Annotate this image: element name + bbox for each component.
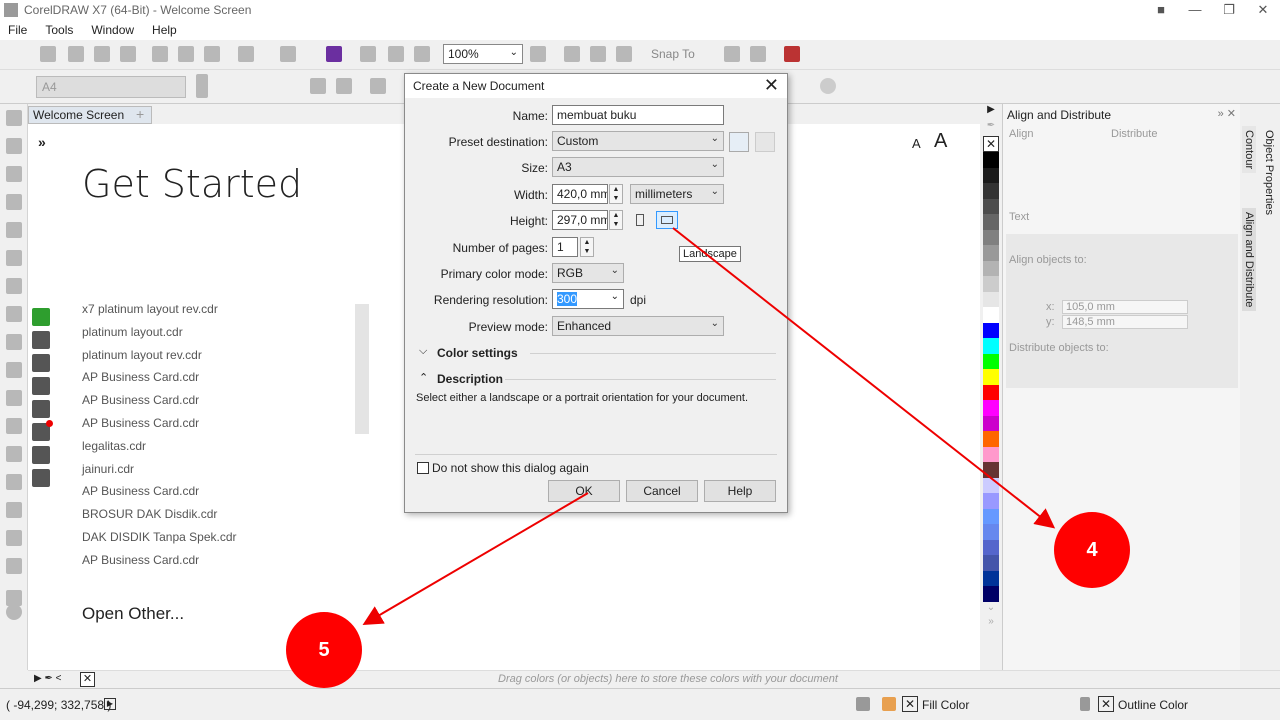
callout-badge-5: 5 bbox=[286, 612, 362, 688]
callout-badge-4: 4 bbox=[1054, 512, 1130, 588]
annotation-arrows bbox=[362, 227, 1056, 626]
arrow-to-ok bbox=[362, 492, 589, 626]
arrow-to-landscape bbox=[672, 227, 1056, 529]
